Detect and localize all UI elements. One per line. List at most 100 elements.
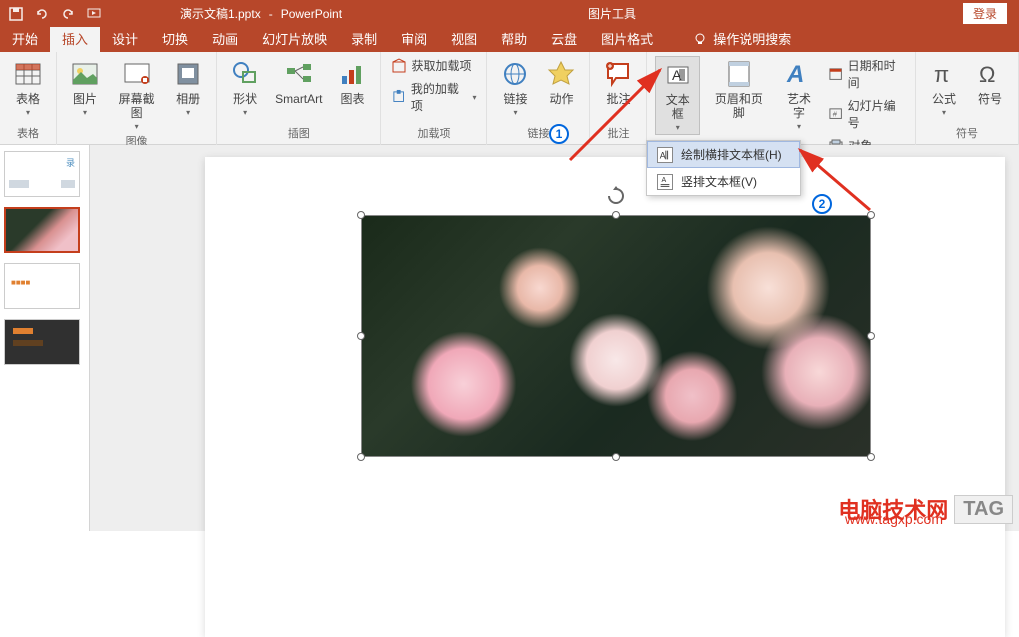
shapes-button[interactable]: 形状 ▾ (225, 56, 265, 119)
smartart-button[interactable]: SmartArt (271, 56, 326, 108)
thumbnail-4[interactable] (4, 319, 80, 365)
comment-label: 批注 (606, 92, 630, 106)
picture-label: 图片 (73, 92, 97, 106)
save-icon[interactable] (8, 6, 24, 22)
vertical-textbox-icon: A (657, 174, 673, 190)
tell-me-label: 操作说明搜索 (713, 29, 791, 48)
tab-design[interactable]: 设计 (100, 25, 150, 52)
tab-animation[interactable]: 动画 (200, 25, 250, 52)
group-comments-label: 批注 (607, 125, 629, 143)
resize-handle-br[interactable] (867, 453, 875, 461)
screenshot-button[interactable]: 屏幕截图 ▾ (111, 56, 162, 133)
date-time-button[interactable]: 日期和时间 (826, 56, 907, 92)
slide (205, 157, 1005, 637)
group-symbols: π 公式 ▾ Ω 符号 符号 (916, 52, 1019, 145)
chart-button[interactable]: 图表 (332, 56, 372, 108)
tab-review[interactable]: 审阅 (389, 25, 439, 52)
get-addins-button[interactable]: 获取加载项 (389, 56, 478, 75)
tab-record[interactable]: 录制 (339, 25, 389, 52)
resize-handle-bl[interactable] (357, 453, 365, 461)
group-addins-label: 加载项 (417, 125, 450, 143)
chevron-down-icon: ▾ (942, 108, 946, 117)
resize-handle-tl[interactable] (357, 211, 365, 219)
my-addins-button[interactable]: 我的加载项 ▾ (389, 79, 478, 115)
group-links-label: 链接 (527, 125, 549, 143)
slide-number-button[interactable]: # 幻灯片编号 (826, 96, 907, 132)
tab-transition[interactable]: 切换 (150, 25, 200, 52)
table-button[interactable]: 表格 ▾ (8, 56, 48, 119)
group-symbols-label: 符号 (956, 125, 978, 143)
menu-horizontal-textbox[interactable]: A 绘制横排文本框(H) (647, 141, 800, 168)
undo-icon[interactable] (34, 6, 50, 22)
tab-cloud[interactable]: 云盘 (539, 25, 589, 52)
textbox-button[interactable]: A 文本框 ▾ (655, 56, 700, 135)
link-icon (499, 58, 531, 90)
svg-text:π: π (934, 62, 949, 87)
equation-icon: π (928, 58, 960, 90)
rotate-handle[interactable] (606, 186, 626, 206)
svg-text:Ω: Ω (979, 62, 995, 87)
picture-button[interactable]: 图片 ▾ (65, 56, 105, 119)
chevron-down-icon: ▾ (83, 108, 87, 117)
equation-button[interactable]: π 公式 ▾ (924, 56, 964, 119)
chevron-down-icon: ▾ (186, 108, 190, 117)
album-icon (172, 58, 204, 90)
chevron-down-icon: ▾ (26, 108, 30, 117)
tell-me-search[interactable]: 操作说明搜索 (685, 25, 799, 52)
title-bar: 演示文稿1.pptx - PowerPoint 图片工具 登录 (0, 0, 1019, 27)
thumbnail-3[interactable]: ■■■■ (4, 263, 80, 309)
thumbnail-1[interactable]: 录 (4, 151, 80, 197)
start-from-beginning-icon[interactable] (86, 6, 102, 22)
resize-handle-tr[interactable] (867, 211, 875, 219)
symbol-icon: Ω (974, 58, 1006, 90)
shapes-icon (229, 58, 261, 90)
group-tables-label: 表格 (17, 125, 39, 143)
symbol-button[interactable]: Ω 符号 (970, 56, 1010, 108)
chevron-down-icon: ▾ (243, 108, 247, 117)
textbox-dropdown: A 绘制横排文本框(H) A 竖排文本框(V) (646, 140, 801, 196)
album-button[interactable]: 相册 ▾ (168, 56, 208, 119)
resize-handle-tm[interactable] (612, 211, 620, 219)
resize-handle-ml[interactable] (357, 332, 365, 340)
resize-handle-bm[interactable] (612, 453, 620, 461)
comment-button[interactable]: 批注 (598, 56, 638, 108)
horizontal-textbox-icon: A (657, 147, 673, 163)
link-button[interactable]: 链接 ▾ (495, 56, 535, 119)
action-button[interactable]: 动作 (541, 56, 581, 108)
wordart-button[interactable]: A 艺术字 ▾ (778, 56, 821, 133)
redo-icon[interactable] (60, 6, 76, 22)
textbox-icon: A (662, 59, 694, 91)
tab-insert[interactable]: 插入 (50, 25, 100, 52)
link-label: 链接 (503, 92, 527, 106)
filename-label: 演示文稿1.pptx (180, 5, 261, 22)
tab-picture-format[interactable]: 图片格式 (589, 25, 665, 52)
symbol-label: 符号 (978, 92, 1002, 106)
get-addins-label: 获取加载项 (411, 57, 471, 74)
comment-icon (602, 58, 634, 90)
selected-picture[interactable] (361, 215, 871, 457)
quick-access-toolbar (0, 6, 102, 22)
tab-slideshow[interactable]: 幻灯片放映 (250, 25, 339, 52)
login-button[interactable]: 登录 (963, 3, 1007, 24)
textbox-label: 文本框 (660, 93, 695, 121)
menu-vertical-textbox[interactable]: A 竖排文本框(V) (647, 168, 800, 195)
table-label: 表格 (16, 92, 40, 106)
smartart-icon (283, 58, 315, 90)
slide-number-label: 幻灯片编号 (848, 97, 905, 131)
date-time-icon (828, 66, 843, 82)
shapes-label: 形状 (233, 92, 257, 106)
slide-canvas[interactable] (90, 145, 1019, 531)
thumbnail-2[interactable] (4, 207, 80, 253)
header-footer-button[interactable]: 页眉和页脚 (706, 56, 772, 122)
tab-help[interactable]: 帮助 (489, 25, 539, 52)
window-title: 演示文稿1.pptx - PowerPoint (180, 5, 342, 22)
smartart-label: SmartArt (275, 92, 322, 106)
action-icon (545, 58, 577, 90)
rose-image (362, 216, 870, 456)
tab-start[interactable]: 开始 (0, 25, 50, 52)
menu-vertical-label: 竖排文本框(V) (681, 173, 757, 190)
resize-handle-mr[interactable] (867, 332, 875, 340)
wordart-label: 艺术字 (782, 92, 817, 120)
addins-icon (391, 89, 406, 105)
tab-view[interactable]: 视图 (439, 25, 489, 52)
